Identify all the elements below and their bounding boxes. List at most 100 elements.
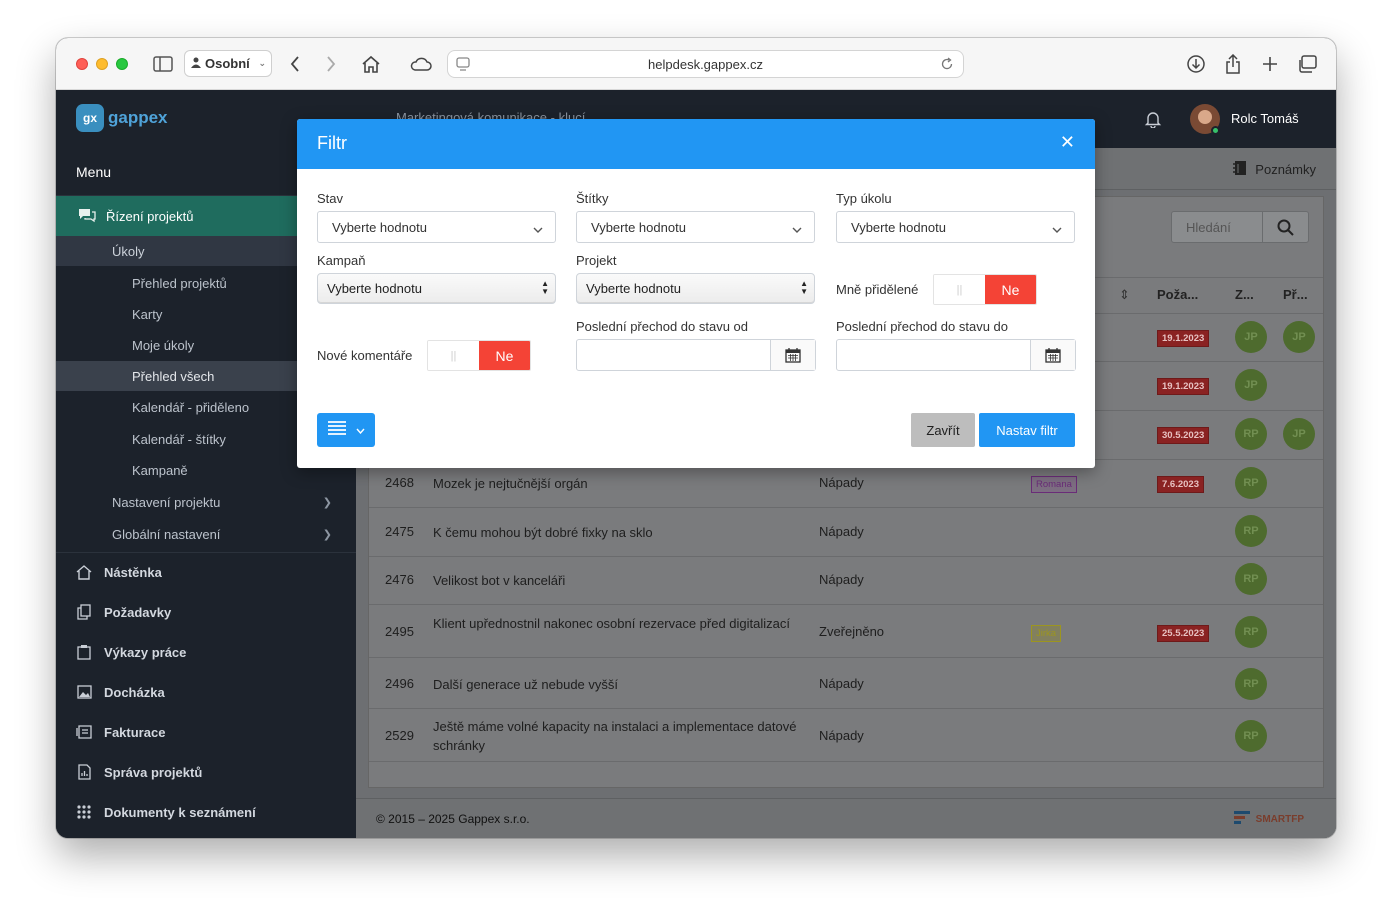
address-bar[interactable]: helpdesk.gappex.cz	[447, 50, 964, 78]
smartfp-logo[interactable]: SMARTFP	[1233, 811, 1304, 828]
home-icon[interactable]	[358, 52, 384, 76]
row-title[interactable]: Mozek je nejtučnější orgán	[433, 474, 803, 493]
assignee-avatar[interactable]: RP	[1235, 467, 1267, 499]
assignee-avatar[interactable]: RP	[1235, 720, 1267, 752]
search-input[interactable]: Hledání	[1186, 220, 1231, 235]
assignee-avatar[interactable]: JP	[1235, 369, 1267, 401]
prechod-od-date-input[interactable]	[576, 339, 816, 371]
close-icon[interactable]: ✕	[1060, 132, 1075, 153]
column-header-zadavatel[interactable]: Z...	[1235, 287, 1254, 302]
close-button[interactable]: Zavřít	[911, 413, 975, 447]
footer: © 2015 – 2025 Gappex s.r.o. SMARTFP	[356, 798, 1336, 838]
filter-options-button[interactable]	[317, 413, 375, 447]
menu-title: Menu	[76, 164, 112, 180]
projekt-select[interactable]: Vyberte hodnotu ▲ ▼	[576, 273, 815, 304]
column-header-prirazeno[interactable]: Př...	[1283, 287, 1308, 302]
bell-icon[interactable]	[1144, 110, 1162, 133]
deadline-badge: 25.5.2023	[1157, 625, 1210, 642]
assignee-avatar[interactable]: JP	[1283, 418, 1315, 450]
reload-icon[interactable]	[940, 57, 954, 76]
apply-filter-button[interactable]: Nastav filtr	[979, 413, 1075, 447]
assignee-avatar[interactable]: JP	[1283, 321, 1315, 353]
chevron-down-icon	[533, 222, 543, 237]
search-icon[interactable]	[1262, 212, 1308, 242]
kampan-select[interactable]: Vyberte hodnotu ▲ ▼	[317, 273, 556, 304]
new-tab-icon[interactable]	[1257, 52, 1283, 76]
row-category: Nápady	[819, 572, 864, 587]
nove-komentare-toggle[interactable]: || Ne	[427, 340, 531, 371]
row-category: Nápady	[819, 728, 864, 743]
assignee-avatar[interactable]: RP	[1235, 668, 1267, 700]
sidebar-item-pozadavky[interactable]: Požadavky	[56, 592, 356, 632]
minimize-window-button[interactable]	[96, 58, 108, 70]
logo-mark: gx	[76, 104, 104, 132]
user-name[interactable]: Rolc Tomáš	[1231, 111, 1299, 126]
smartfp-text: SMARTFP	[1255, 814, 1304, 825]
stav-select[interactable]: Vyberte hodnotu	[317, 211, 556, 243]
close-window-button[interactable]	[76, 58, 88, 70]
sidebar-item-fakturace[interactable]: Fakturace	[56, 712, 356, 752]
sidebar-item-dochazka[interactable]: Docházka	[56, 672, 356, 712]
typ-ukolu-label: Typ úkolu	[836, 191, 892, 206]
row-title[interactable]: Klient upřednostnil nakonec osobní rezer…	[433, 614, 803, 633]
filter-modal: Filtr ✕ Stav Vyberte hodnotu Štítky Vybe…	[297, 119, 1095, 468]
row-divider	[369, 708, 1323, 709]
sidebar-item-globalni-nastaveni[interactable]: Globální nastavení ❯	[56, 519, 356, 549]
row-title[interactable]: Velikost bot v kanceláři	[433, 571, 803, 590]
notebook-icon	[1233, 160, 1247, 179]
sidebar-item-nastenka[interactable]: Nástěnka	[56, 552, 356, 592]
sidebar-item-nastaveni-projektu[interactable]: Nastavení projektu ❯	[56, 487, 356, 517]
sidebar-toggle-icon[interactable]	[150, 52, 176, 76]
stitky-select[interactable]: Vyberte hodnotu	[576, 211, 815, 243]
toggle-state: Ne	[985, 275, 1036, 304]
row-title[interactable]: Ještě máme volné kapacity na instalaci a…	[433, 717, 803, 755]
chevron-right-icon: ❯	[322, 496, 332, 509]
assignee-avatar[interactable]: RP	[1235, 616, 1267, 648]
row-title[interactable]: K čemu mohou být dobré fixky na sklo	[433, 523, 803, 542]
modal-title: Filtr	[317, 133, 347, 153]
cloud-icon[interactable]	[408, 52, 434, 76]
app-logo[interactable]: gx gappex	[76, 104, 168, 132]
chat-icon	[78, 207, 96, 226]
prechod-do-date-input[interactable]	[836, 339, 1076, 371]
download-icon[interactable]	[1183, 52, 1209, 76]
assignee-avatar[interactable]: RP	[1235, 515, 1267, 547]
row-title[interactable]: Další generace už nebude vyšší	[433, 675, 803, 694]
assignee-avatar[interactable]: RP	[1235, 418, 1267, 450]
notes-button[interactable]: Poznámky	[1233, 160, 1316, 179]
maximize-window-button[interactable]	[116, 58, 128, 70]
row-divider	[369, 604, 1323, 605]
mne-pridelene-toggle[interactable]: || Ne	[933, 274, 1037, 305]
sort-icon[interactable]: ⇕	[1119, 287, 1130, 303]
stitky-label: Štítky	[576, 191, 609, 206]
clipboard-icon	[76, 644, 92, 660]
typ-ukolu-select[interactable]: Vyberte hodnotu	[836, 211, 1075, 243]
sidebar-item-label: Správa projektů	[104, 764, 203, 780]
calendar-icon[interactable]	[770, 340, 815, 370]
column-header-pozadovano[interactable]: Poža...	[1157, 287, 1198, 302]
toggle-state: Ne	[479, 341, 530, 370]
row-category: Nápady	[819, 524, 864, 539]
search-box[interactable]: Hledání	[1171, 211, 1309, 243]
nove-komentare-label: Nové komentáře	[317, 348, 413, 363]
sidebar-item-label: Nastavení projektu	[112, 494, 221, 510]
assignee-avatar[interactable]: JP	[1235, 321, 1267, 353]
calendar-icon[interactable]	[1030, 340, 1075, 370]
sidebar-item-sprava-projektu[interactable]: Správa projektů	[56, 752, 356, 792]
tab-overview-icon[interactable]	[1294, 52, 1320, 76]
sidebar-item-label: Globální nastavení	[112, 526, 221, 542]
assignee-avatar[interactable]: RP	[1235, 563, 1267, 595]
share-icon[interactable]	[1220, 52, 1246, 76]
tag-badge: Romana	[1031, 476, 1077, 493]
sidebar-item-dokumenty-k-seznameni[interactable]: Dokumenty k seznámení	[56, 792, 356, 832]
sidebar-item-label: Docházka	[104, 684, 165, 700]
forward-icon[interactable]	[318, 52, 344, 76]
sidebar-item-vykazy-prace[interactable]: Výkazy práce	[56, 632, 356, 672]
back-icon[interactable]	[282, 52, 308, 76]
row-id: 2476	[385, 572, 414, 587]
sidebar-item-label: Fakturace	[104, 724, 166, 740]
kampan-value: Vyberte hodnotu	[327, 281, 422, 296]
profile-switcher[interactable]: Osobní ⌄	[184, 50, 272, 77]
chevron-down-icon	[792, 222, 802, 237]
online-status-dot	[1211, 126, 1220, 135]
